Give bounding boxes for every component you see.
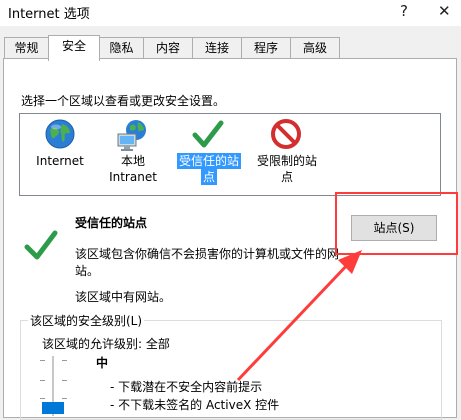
- annotation-arrow: [236, 250, 362, 382]
- tab-security[interactable]: 安全: [48, 35, 100, 61]
